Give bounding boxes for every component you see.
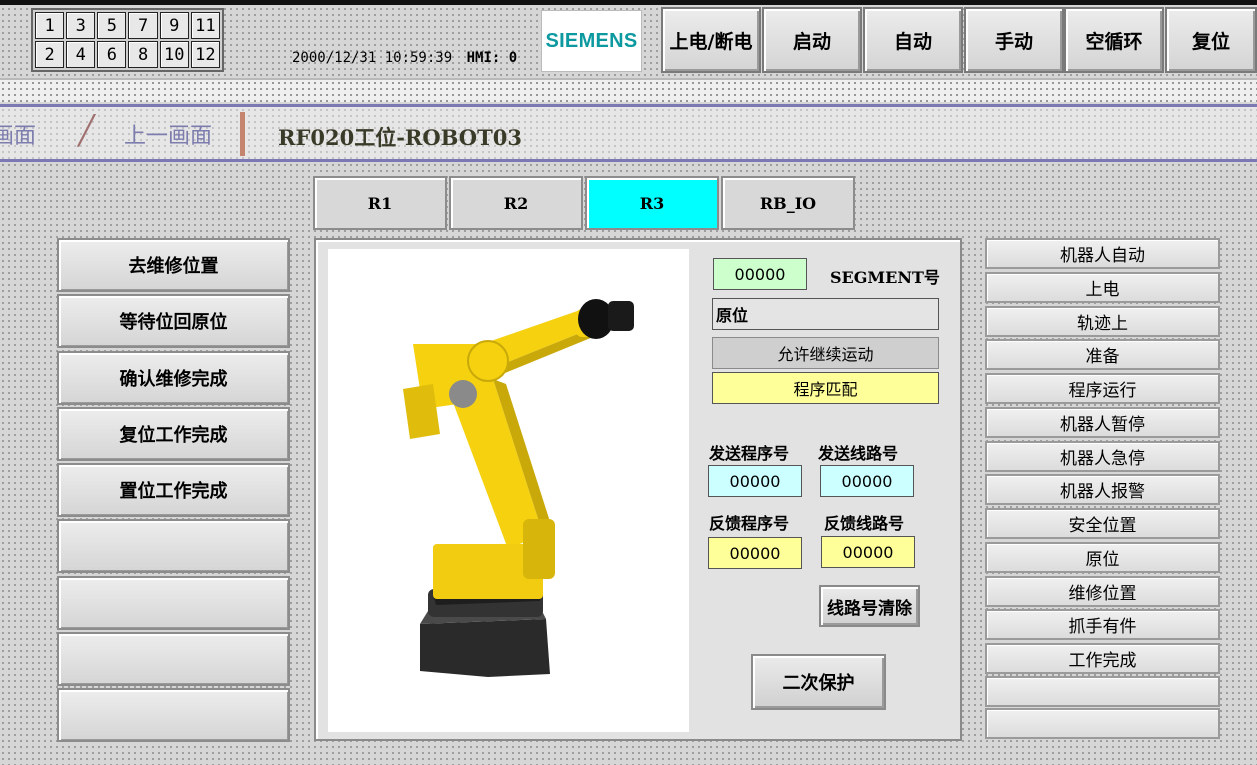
reset-button[interactable]: 复位 — [1165, 7, 1257, 73]
feedback-program-label: 反馈程序号 — [709, 514, 790, 533]
screen-key-6[interactable]: 6 — [97, 41, 127, 68]
screen-key-7[interactable]: 7 — [128, 12, 158, 39]
hmi-value: 0 — [508, 50, 518, 66]
status-power-on: 上电 — [985, 272, 1220, 303]
empty-left-button-9[interactable] — [57, 688, 290, 742]
tab-r1[interactable]: R1 — [313, 176, 447, 230]
status-gripper-has-part: 抓手有件 — [985, 609, 1220, 640]
previous-screen-link[interactable]: 画面 — [0, 118, 36, 150]
datetime-text: 2000/12/31 10:59:39 — [292, 50, 453, 66]
go-maintenance-position-button[interactable]: 去维修位置 — [57, 238, 290, 292]
empty-left-button-6[interactable] — [57, 519, 290, 573]
screen-key-11[interactable]: 11 — [190, 12, 220, 39]
status-on-path: 轨迹上 — [985, 306, 1220, 337]
industrial-robot-icon — [403, 299, 634, 677]
send-line-label: 发送线路号 — [818, 444, 899, 463]
send-program-label: 发送程序号 — [709, 444, 790, 463]
allow-continue-indicator: 允许继续运动 — [712, 337, 939, 369]
status-robot-auto: 机器人自动 — [985, 238, 1220, 269]
status-safe-position: 安全位置 — [985, 508, 1220, 539]
tab-r3[interactable]: R3 — [585, 176, 719, 230]
empty-left-button-8[interactable] — [57, 632, 290, 686]
empty-left-button-7[interactable] — [57, 576, 290, 630]
screen-key-3[interactable]: 3 — [66, 12, 96, 39]
status-robot-alarm: 机器人报警 — [985, 474, 1220, 505]
status-robot-paused: 机器人暂停 — [985, 407, 1220, 438]
robot-position-field: 原位 — [712, 298, 939, 330]
nav-separator: ╱ — [78, 114, 95, 147]
reset-work-done-button[interactable]: 复位工作完成 — [57, 407, 290, 461]
robot-image-frame — [328, 249, 689, 732]
segment-number-field: 00000 — [713, 258, 807, 290]
screen-key-5[interactable]: 5 — [97, 12, 127, 39]
screen-key-2[interactable]: 2 — [35, 41, 65, 68]
tab-r2[interactable]: R2 — [449, 176, 583, 230]
tab-rb-io[interactable]: RB_IO — [721, 176, 855, 230]
dotted-separator — [0, 78, 1257, 102]
confirm-maintenance-done-button[interactable]: 确认维修完成 — [57, 351, 290, 405]
screen-key-8[interactable]: 8 — [128, 41, 158, 68]
clear-line-number-button[interactable]: 线路号清除 — [819, 585, 920, 627]
up-screen-link[interactable]: 上一画面 — [124, 118, 212, 150]
screen-selector-grid: 1 3 5 7 9 11 2 4 6 8 10 12 — [31, 8, 224, 72]
send-line-field: 00000 — [820, 465, 914, 497]
send-program-field: 00000 — [708, 465, 802, 497]
feedback-line-label: 反馈线路号 — [824, 514, 905, 533]
status-empty-15 — [985, 708, 1220, 739]
status-empty-14 — [985, 676, 1220, 707]
manual-mode-button[interactable]: 手动 — [964, 7, 1064, 73]
status-program-running: 程序运行 — [985, 373, 1220, 404]
feedback-program-field: 00000 — [708, 537, 802, 569]
feedback-line-field: 00000 — [821, 536, 915, 568]
hmi-label: HMI: — [466, 50, 501, 66]
set-work-done-button[interactable]: 置位工作完成 — [57, 463, 290, 517]
siemens-logo: SIEMENS — [541, 10, 642, 72]
screen-key-9[interactable]: 9 — [159, 12, 189, 39]
status-work-complete: 工作完成 — [985, 643, 1220, 674]
screen-key-12[interactable]: 12 — [190, 41, 220, 68]
screen-key-1[interactable]: 1 — [35, 12, 65, 39]
secondary-protection-button[interactable]: 二次保护 — [751, 654, 886, 710]
power-toggle-button[interactable]: 上电/断电 — [661, 7, 761, 73]
dry-cycle-button[interactable]: 空循环 — [1064, 7, 1164, 73]
status-robot-estop: 机器人急停 — [985, 441, 1220, 472]
screen-key-4[interactable]: 4 — [66, 41, 96, 68]
datetime-readout: 2000/12/31 10:59:39 HMI: 0 — [292, 50, 517, 66]
segment-label: SEGMENT号 — [830, 268, 940, 287]
nav-divider — [240, 112, 245, 156]
page-title: RF020工位-ROBOT03 — [278, 125, 522, 150]
auto-mode-button[interactable]: 自动 — [863, 7, 963, 73]
screen-key-10[interactable]: 10 — [159, 41, 189, 68]
status-home-position: 原位 — [985, 542, 1220, 573]
start-button[interactable]: 启动 — [762, 7, 862, 73]
status-maintenance-position: 维修位置 — [985, 576, 1220, 607]
wait-position-return-home-button[interactable]: 等待位回原位 — [57, 294, 290, 348]
status-ready: 准备 — [985, 339, 1220, 370]
program-match-indicator: 程序匹配 — [712, 372, 939, 404]
